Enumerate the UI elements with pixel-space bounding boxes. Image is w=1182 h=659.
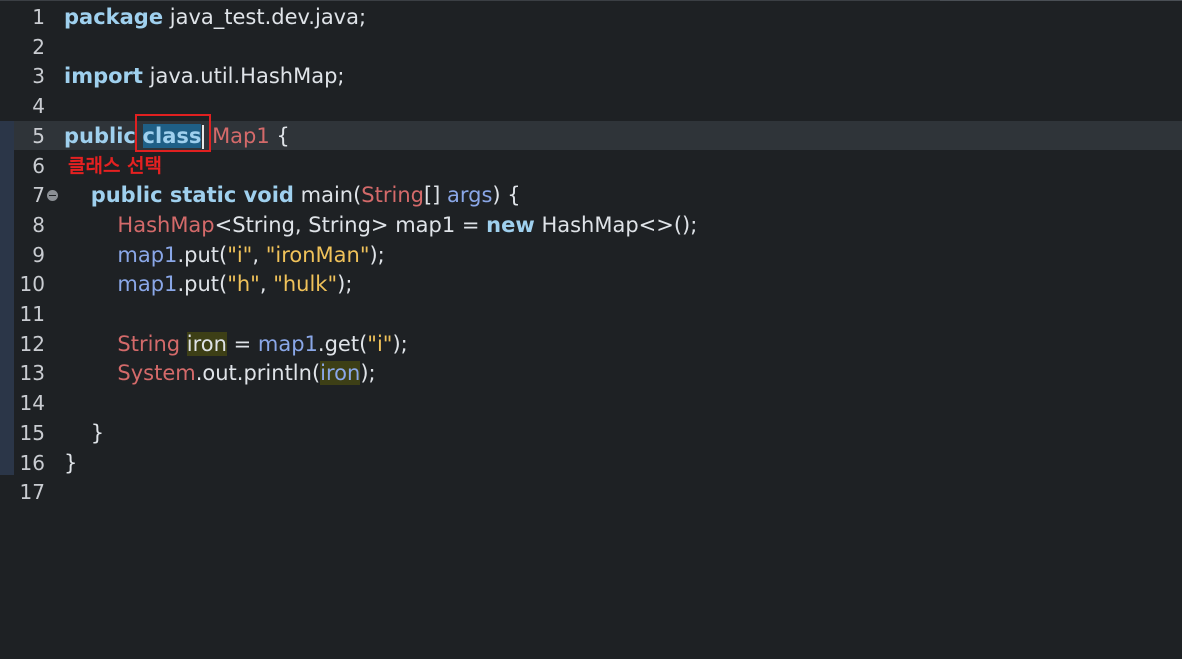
- code-token: iron: [320, 361, 361, 385]
- code-token: new: [486, 213, 535, 237]
- code-token: java.util.HashMap;: [142, 64, 345, 88]
- code-token: ,: [259, 272, 274, 296]
- fold-collapse-icon[interactable]: [47, 190, 58, 201]
- code-line[interactable]: 8 HashMap<String, String> map1 = new Has…: [0, 211, 1182, 240]
- code-token: "i": [367, 332, 393, 356]
- code-line[interactable]: 17: [0, 478, 1182, 507]
- line-number: 8: [32, 213, 45, 237]
- code-token: "ironMan": [265, 243, 370, 267]
- code-token: ,: [252, 243, 266, 267]
- code-line[interactable]: 15 }: [0, 419, 1182, 448]
- line-number: 1: [32, 5, 45, 29]
- code-token: }: [64, 421, 105, 445]
- code-text: map1.put("i", "ironMan");: [64, 241, 385, 270]
- annotation-label: 클래스 선택: [68, 155, 163, 177]
- line-number: 12: [19, 332, 45, 356]
- code-token: map1: [257, 332, 318, 356]
- code-text: package java_test.dev.java;: [64, 3, 366, 32]
- line-number: 3: [32, 64, 45, 88]
- code-text: public static void main(String[] args) {: [64, 181, 521, 210]
- code-token: "hulk": [273, 272, 338, 296]
- code-token: HashMap: [117, 213, 215, 237]
- code-token: .get(: [317, 332, 368, 356]
- code-text: System.out.println(iron);: [64, 359, 376, 388]
- code-token: []: [423, 183, 448, 207]
- code-token: }: [64, 451, 78, 475]
- line-number: 15: [19, 421, 45, 445]
- line-number: 6: [32, 154, 45, 178]
- code-line[interactable]: 10 map1.put("h", "hulk");: [0, 270, 1182, 299]
- code-token: java_test.dev.java;: [163, 5, 367, 29]
- code-token: <String, String> map1 =: [214, 213, 487, 237]
- code-token: {: [269, 124, 290, 148]
- code-text: String iron = map1.get("i");: [64, 330, 408, 359]
- code-token: "i": [227, 243, 253, 267]
- code-token: );: [337, 272, 353, 296]
- line-number: 11: [19, 302, 45, 326]
- code-text: HashMap<String, String> map1 = new HashM…: [64, 211, 697, 240]
- code-token: String: [117, 332, 181, 356]
- code-line[interactable]: 9 map1.put("i", "ironMan");: [0, 241, 1182, 270]
- code-line[interactable]: 2: [0, 33, 1182, 62]
- code-token: ) {: [492, 183, 521, 207]
- code-token: args: [447, 183, 493, 207]
- code-token: );: [360, 361, 376, 385]
- code-line[interactable]: 16}: [0, 449, 1182, 478]
- code-token: );: [369, 243, 385, 267]
- code-text: import java.util.HashMap;: [64, 62, 344, 91]
- code-token: public: [64, 124, 136, 148]
- code-token: .out.println(: [195, 361, 321, 385]
- editor-top-border-accent: [940, 0, 1182, 1]
- code-token: );: [392, 332, 408, 356]
- code-token: main(: [293, 183, 362, 207]
- code-line[interactable]: 7 public static void main(String[] args)…: [0, 181, 1182, 210]
- code-line[interactable]: 14: [0, 389, 1182, 418]
- code-line[interactable]: 1 package java_test.dev.java;: [0, 3, 1182, 32]
- code-token: import: [64, 64, 143, 88]
- code-token: Map1: [212, 124, 270, 148]
- code-text: map1.put("h", "hulk");: [64, 270, 352, 299]
- code-line[interactable]: 6: [0, 152, 1182, 181]
- code-line[interactable]: 11: [0, 300, 1182, 329]
- code-token: public static void: [90, 183, 294, 207]
- code-token: map1: [117, 243, 178, 267]
- code-token: System: [117, 361, 196, 385]
- code-line[interactable]: 3 import java.util.HashMap;: [0, 62, 1182, 91]
- code-line[interactable]: 13 System.out.println(iron);: [0, 359, 1182, 388]
- line-number: 14: [19, 391, 45, 415]
- line-number: 16: [19, 451, 45, 475]
- code-text: }: [64, 449, 77, 478]
- line-number: 7: [32, 183, 45, 207]
- code-token: =: [226, 332, 258, 356]
- line-number: 13: [19, 361, 45, 385]
- code-text: }: [64, 419, 104, 448]
- code-token: .put(: [177, 243, 228, 267]
- code-token: package: [64, 5, 164, 29]
- code-token: String: [361, 183, 424, 207]
- line-number: 10: [19, 272, 45, 296]
- code-token: "h": [227, 272, 260, 296]
- code-token: HashMap<>();: [534, 213, 698, 237]
- line-number: 2: [32, 35, 45, 59]
- line-number: 17: [19, 480, 45, 504]
- code-token: map1: [117, 272, 178, 296]
- selection-highlight-box: [135, 114, 211, 152]
- code-line[interactable]: 12 String iron = map1.get("i");: [0, 330, 1182, 359]
- code-token: iron: [186, 332, 227, 356]
- line-number: 4: [32, 94, 45, 118]
- line-number: 9: [32, 243, 45, 267]
- line-number: 5: [32, 124, 45, 148]
- code-token: .put(: [177, 272, 228, 296]
